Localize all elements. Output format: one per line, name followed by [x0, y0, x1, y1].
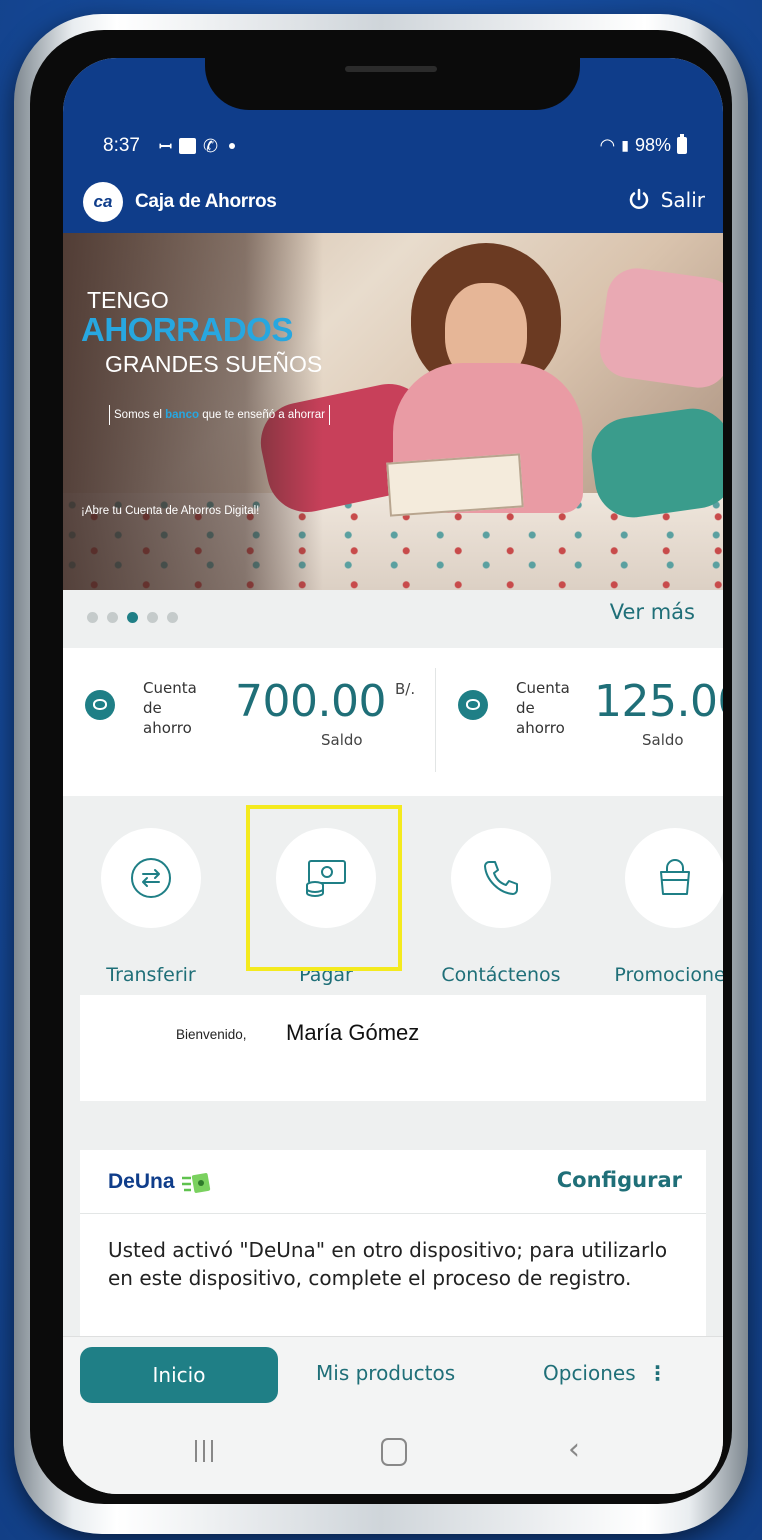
banner-pillow	[595, 264, 723, 392]
banner-photo-person	[386, 243, 593, 543]
kebab-menu-icon: ⋮	[647, 1361, 668, 1385]
bottom-nav: Inicio Mis productos Opciones ⋮	[63, 1336, 723, 1417]
action-contact[interactable]: Contáctenos	[413, 828, 563, 986]
account-type-line: de	[516, 699, 535, 717]
banner-cta: ¡Abre tu Cuenta de Ahorros Digital!	[81, 505, 260, 517]
battery-icon	[677, 134, 687, 154]
carousel-dot[interactable]	[147, 612, 158, 623]
banner-book	[386, 453, 524, 517]
bank-logo: ca	[83, 182, 123, 222]
piggy-bank-icon	[458, 690, 488, 720]
banner-pillow	[586, 403, 723, 523]
battery-percent: 98%	[634, 135, 671, 155]
wifi-icon: ◠	[599, 135, 616, 155]
account-type-line: ahorro	[516, 719, 565, 737]
shopping-bag-icon	[660, 859, 690, 895]
action-label: Transferir	[106, 964, 196, 986]
deuna-header: DeUna Configurar	[80, 1150, 706, 1214]
nav-home-button[interactable]: Inicio	[80, 1347, 278, 1403]
account-type: Cuenta de ahorro	[143, 678, 213, 738]
teams-icon: ꟷ	[159, 137, 173, 156]
deuna-title: DeUna	[108, 1170, 175, 1193]
carousel-dot-active[interactable]	[127, 612, 138, 623]
action-promotions[interactable]: Promociones	[587, 828, 723, 986]
accounts-divider	[435, 668, 436, 772]
account-type-line: de	[143, 699, 162, 717]
brand: ca Caja de Ahorros	[83, 182, 277, 222]
highlight-box	[246, 805, 402, 971]
accounts-carousel: Cuenta de ahorro 700.00 B/. Saldo Cuenta…	[63, 648, 723, 796]
transfer-icon	[131, 858, 171, 898]
speaker-grille	[345, 66, 437, 72]
app-header: 8:37 ꟷ ✆ ◠ ▮ 98% ca Caja de Ahorros Sali…	[63, 58, 723, 233]
bank-name: Caja de Ahorros	[135, 191, 277, 212]
welcome-greeting: Bienvenido,	[176, 1027, 247, 1042]
banner-title-line2: AHORRADOS	[81, 311, 293, 348]
back-button[interactable]: ‹	[568, 1432, 580, 1467]
status-time: 8:37	[103, 135, 140, 156]
account-balance: 125.00	[594, 676, 723, 727]
account-type-line: ahorro	[143, 719, 192, 737]
transfer-icon-circle	[101, 828, 201, 928]
recent-apps-button[interactable]	[195, 1440, 221, 1464]
calendar-icon	[179, 138, 197, 154]
configure-link[interactable]: Configurar	[557, 1168, 682, 1192]
more-notifications-icon	[229, 143, 236, 149]
balance-label: Saldo	[642, 731, 684, 749]
see-more-link[interactable]: Ver más	[610, 600, 695, 624]
promo-banner[interactable]: TENGO AHORRADOS GRANDES SUEÑOS Somos el …	[63, 233, 723, 590]
phone-icon	[484, 861, 518, 895]
tagline-text: que te enseñó a ahorrar	[199, 409, 325, 421]
banner-title-line1: TENGO	[87, 287, 169, 313]
action-transfer[interactable]: Transferir	[63, 828, 213, 986]
tagline-text: Somos el	[114, 409, 166, 421]
action-label: Contáctenos	[441, 964, 561, 986]
piggy-bank-icon	[85, 690, 115, 720]
tagline-highlight: banco	[165, 409, 200, 421]
deuna-card: DeUna Configurar Usted activó "DeUna" en…	[80, 1150, 706, 1340]
account-type-line: Cuenta	[143, 679, 197, 697]
phone-icon-circle	[451, 828, 551, 928]
banner-tagline: Somos el banco que te enseñó a ahorrar	[109, 405, 330, 425]
status-right: ◠ ▮ 98%	[599, 134, 687, 156]
phone-screen: 8:37 ꟷ ✆ ◠ ▮ 98% ca Caja de Ahorros Sali…	[63, 58, 723, 1494]
money-icon	[182, 1173, 211, 1193]
deuna-message: Usted activó "DeUna" en otro dispositivo…	[108, 1238, 668, 1290]
call-icon: ✆	[203, 135, 219, 157]
carousel-dot[interactable]	[107, 612, 118, 623]
home-button[interactable]	[381, 1438, 407, 1466]
balance-label: Saldo	[321, 731, 363, 749]
nav-products-button[interactable]: Mis productos	[316, 1361, 455, 1385]
nav-options-button[interactable]: Opciones ⋮	[543, 1361, 668, 1385]
account-type-line: Cuenta	[516, 679, 570, 697]
notification-icons: ꟷ ✆	[155, 135, 236, 157]
welcome-card: Bienvenido, María Gómez	[80, 995, 706, 1101]
account-balance: 700.00	[235, 676, 386, 727]
logout-button[interactable]: Salir	[627, 188, 705, 212]
account-type: Cuenta de ahorro	[516, 678, 586, 738]
logout-label: Salir	[660, 188, 705, 212]
carousel-dot[interactable]	[87, 612, 98, 623]
carousel-dots	[87, 612, 178, 623]
banner-title-line3: GRANDES SUEÑOS	[105, 351, 323, 377]
user-name: María Gómez	[286, 1020, 420, 1045]
camera-notch	[205, 58, 580, 110]
nav-options-label: Opciones	[543, 1361, 636, 1385]
system-nav-bar: ‹	[63, 1416, 723, 1494]
currency-label: B/.	[395, 680, 416, 698]
action-label: Promociones	[614, 964, 723, 986]
carousel-dot[interactable]	[167, 612, 178, 623]
signal-icon: ▮	[621, 137, 629, 153]
power-icon	[629, 188, 648, 209]
shopping-bag-icon-circle	[625, 828, 723, 928]
carousel-controls: Ver más	[63, 590, 723, 646]
